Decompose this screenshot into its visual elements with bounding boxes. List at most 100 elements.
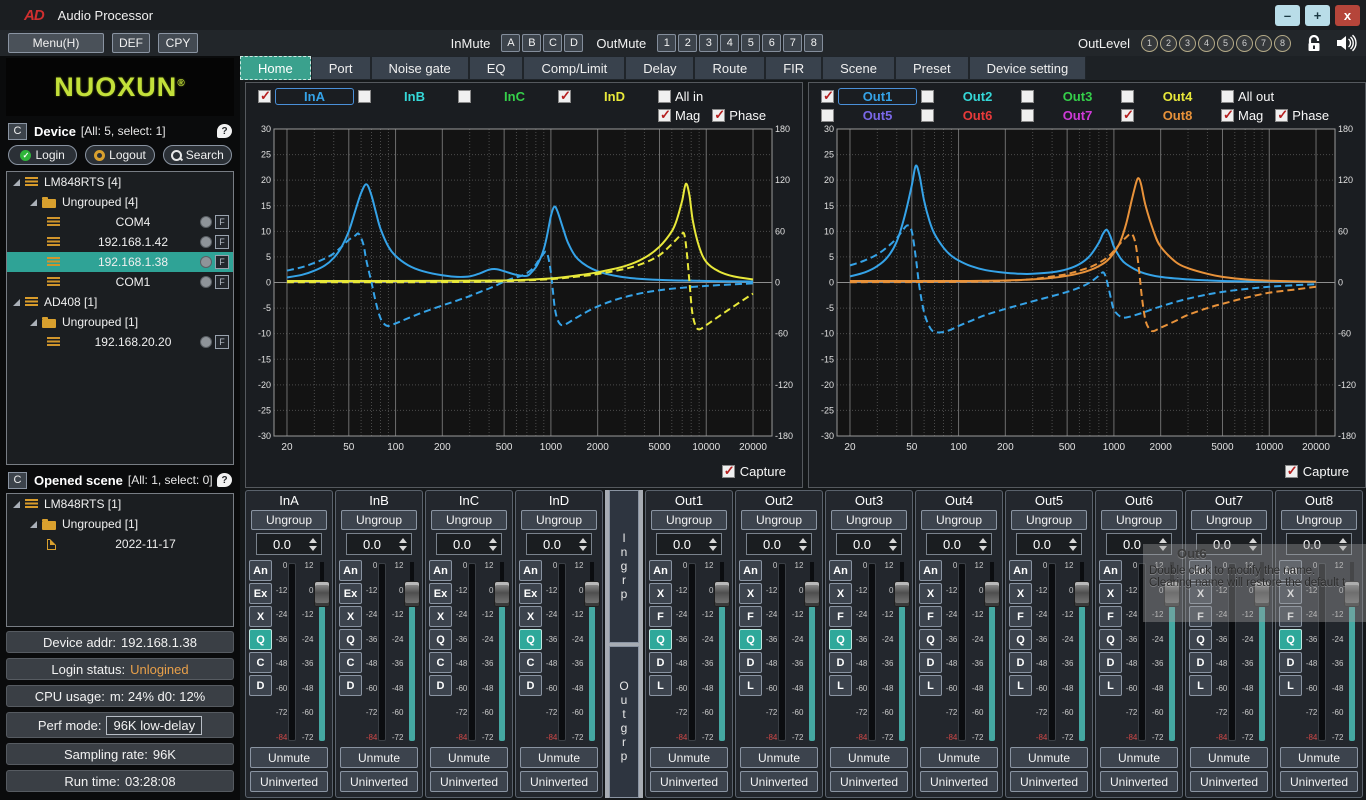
unmute-button[interactable]: Unmute	[1010, 747, 1088, 768]
legend-label-out6[interactable]: Out6	[934, 108, 1021, 123]
process-button-d[interactable]: D	[1189, 652, 1212, 673]
uninverted-button[interactable]: Uninverted	[1010, 771, 1088, 792]
f-button[interactable]: F	[215, 235, 229, 249]
tree-item-ad408-1-[interactable]: AD408 [1]	[7, 292, 233, 312]
unmute-button[interactable]: Unmute	[340, 747, 418, 768]
ungroup-button[interactable]: Ungroup	[1101, 510, 1177, 530]
outmute-button-8[interactable]: 8	[804, 34, 823, 52]
spinner-up-icon[interactable]	[889, 538, 897, 543]
ungroup-button[interactable]: Ungroup	[1191, 510, 1267, 530]
search-button[interactable]: Search	[163, 145, 232, 165]
process-button-x[interactable]: X	[429, 606, 452, 627]
lock-icon[interactable]	[1307, 35, 1322, 52]
process-button-d[interactable]: D	[919, 652, 942, 673]
process-button-d[interactable]: D	[1099, 652, 1122, 673]
mag-checkbox[interactable]: ✓	[658, 109, 671, 122]
spinner-up-icon[interactable]	[399, 538, 407, 543]
process-button-q[interactable]: Q	[429, 629, 452, 650]
spinner-up-icon[interactable]	[1069, 538, 1077, 543]
outlevel-circle-5[interactable]: 5	[1217, 35, 1234, 52]
process-button-an[interactable]: An	[1009, 560, 1032, 581]
tree-item-2022-11-17[interactable]: 2022-11-17	[7, 534, 233, 554]
spinner-up-icon[interactable]	[1249, 538, 1257, 543]
tree-item-ungrouped-1-[interactable]: Ungrouped [1]	[7, 312, 233, 332]
gain-spinner[interactable]: 0.0	[926, 533, 992, 555]
expander-icon[interactable]	[30, 319, 37, 326]
tab-device-setting[interactable]: Device setting	[969, 56, 1087, 80]
spinner-down-icon[interactable]	[399, 546, 407, 551]
f-button[interactable]: F	[215, 275, 229, 289]
process-button-ex[interactable]: Ex	[429, 583, 452, 604]
fader[interactable]	[314, 560, 329, 744]
outmute-button-4[interactable]: 4	[720, 34, 739, 52]
fader[interactable]	[404, 560, 419, 744]
tab-fir[interactable]: FIR	[765, 56, 822, 80]
tab-eq[interactable]: EQ	[469, 56, 524, 80]
gain-spinner[interactable]: 0.0	[836, 533, 902, 555]
f-button[interactable]: F	[215, 215, 229, 229]
process-button-f[interactable]: F	[1099, 606, 1122, 627]
speaker-icon[interactable]	[1336, 34, 1358, 52]
spinner-down-icon[interactable]	[579, 546, 587, 551]
fader-knob[interactable]	[314, 581, 330, 607]
ungroup-button[interactable]: Ungroup	[251, 510, 327, 530]
unmute-button[interactable]: Unmute	[740, 747, 818, 768]
uninverted-button[interactable]: Uninverted	[1100, 771, 1178, 792]
uninverted-button[interactable]: Uninverted	[740, 771, 818, 792]
gain-spinner[interactable]: 0.0	[746, 533, 812, 555]
ungroup-button[interactable]: Ungroup	[921, 510, 997, 530]
process-button-q[interactable]: Q	[1009, 629, 1032, 650]
gain-spinner[interactable]: 0.0	[526, 533, 592, 555]
process-button-c[interactable]: C	[249, 652, 272, 673]
spinner-down-icon[interactable]	[979, 546, 987, 551]
process-button-an[interactable]: An	[919, 560, 942, 581]
unmute-button[interactable]: Unmute	[1190, 747, 1268, 768]
outmute-button-1[interactable]: 1	[657, 34, 676, 52]
unmute-button[interactable]: Unmute	[1280, 747, 1358, 768]
fader[interactable]	[1074, 560, 1089, 744]
tree-item-ungrouped-4-[interactable]: Ungrouped [4]	[7, 192, 233, 212]
process-button-q[interactable]: Q	[519, 629, 542, 650]
process-button-x[interactable]: X	[919, 583, 942, 604]
gain-spinner[interactable]: 0.0	[656, 533, 722, 555]
unmute-button[interactable]: Unmute	[1100, 747, 1178, 768]
spinner-arrows[interactable]	[887, 538, 899, 551]
fader-knob[interactable]	[984, 581, 1000, 607]
process-button-an[interactable]: An	[739, 560, 762, 581]
tab-noise-gate[interactable]: Noise gate	[371, 56, 469, 80]
logout-button[interactable]: Logout	[85, 145, 154, 165]
process-button-c[interactable]: C	[519, 652, 542, 673]
inmute-button-B[interactable]: B	[522, 34, 541, 52]
scene-help-icon[interactable]: ?	[217, 473, 232, 487]
maximize-button[interactable]: +	[1305, 5, 1330, 26]
tree-item-lm848rts-1-[interactable]: LM848RTS [1]	[7, 494, 233, 514]
process-button-x[interactable]: X	[739, 583, 762, 604]
fader[interactable]	[804, 560, 819, 744]
fader-knob[interactable]	[494, 581, 510, 607]
process-button-x[interactable]: X	[249, 606, 272, 627]
out-grp-button[interactable]: Outgrp	[609, 646, 639, 799]
spinner-up-icon[interactable]	[579, 538, 587, 543]
Out2-checkbox[interactable]	[921, 90, 934, 103]
inmute-button-D[interactable]: D	[564, 34, 583, 52]
legend-label-out2[interactable]: Out2	[934, 89, 1021, 104]
process-button-l[interactable]: L	[829, 675, 852, 696]
inmute-button-C[interactable]: C	[543, 34, 562, 52]
fader[interactable]	[584, 560, 599, 744]
ungroup-button[interactable]: Ungroup	[831, 510, 907, 530]
process-button-d[interactable]: D	[519, 675, 542, 696]
process-button-ex[interactable]: Ex	[519, 583, 542, 604]
process-button-an[interactable]: An	[339, 560, 362, 581]
uninverted-button[interactable]: Uninverted	[830, 771, 908, 792]
expander-icon[interactable]	[13, 501, 20, 508]
Out4-checkbox[interactable]	[1121, 90, 1134, 103]
uninverted-button[interactable]: Uninverted	[430, 771, 508, 792]
outlevel-circle-6[interactable]: 6	[1236, 35, 1253, 52]
tab-preset[interactable]: Preset	[895, 56, 969, 80]
tab-route[interactable]: Route	[694, 56, 765, 80]
unmute-button[interactable]: Unmute	[920, 747, 998, 768]
legend-label-inc[interactable]: InC	[471, 89, 558, 104]
Out7-checkbox[interactable]	[1021, 109, 1034, 122]
process-button-d[interactable]: D	[249, 675, 272, 696]
legend-label-out8[interactable]: Out8	[1134, 108, 1221, 123]
